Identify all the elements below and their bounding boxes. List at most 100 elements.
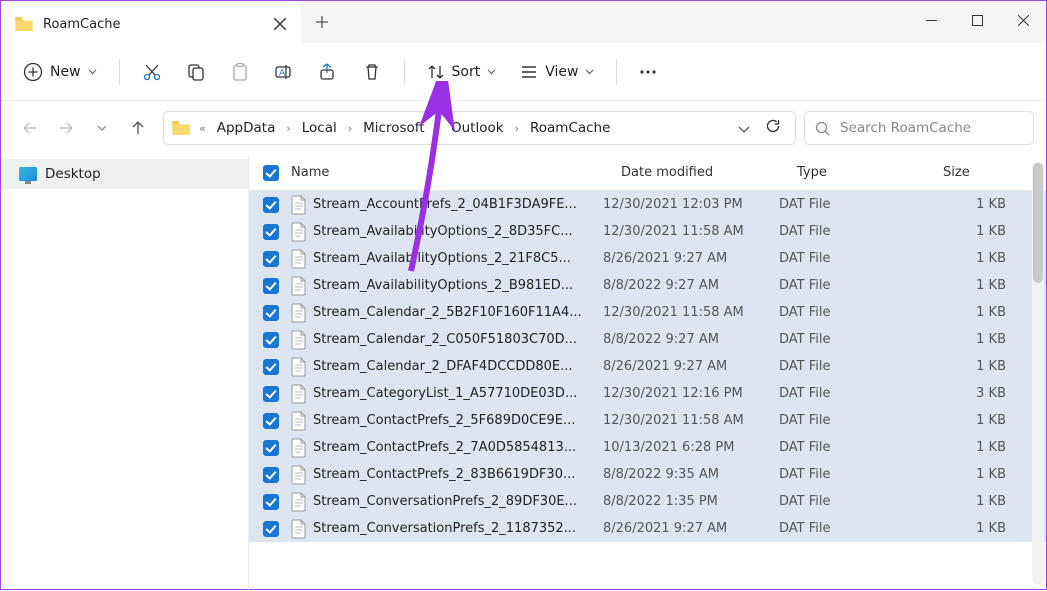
file-name: Stream_CategoryList_1_A57710DE03D... xyxy=(313,386,603,401)
file-icon xyxy=(291,357,307,377)
table-row[interactable]: Stream_ConversationPrefs_2_89DF30E...8/8… xyxy=(249,488,1046,515)
breadcrumb-item[interactable]: AppData xyxy=(215,117,278,139)
chevron-right-icon: › xyxy=(511,122,523,135)
file-type: DAT File xyxy=(779,359,925,374)
overflow-chevron[interactable]: « xyxy=(195,122,210,135)
column-type[interactable]: Type xyxy=(797,165,943,180)
table-row[interactable]: Stream_ContactPrefs_2_7A0D5854813...10/1… xyxy=(249,434,1046,461)
folder-icon xyxy=(15,17,33,31)
cut-button[interactable] xyxy=(132,56,172,88)
select-all-checkbox[interactable] xyxy=(263,165,279,181)
delete-button[interactable] xyxy=(352,56,392,88)
minimize-button[interactable] xyxy=(908,1,954,39)
breadcrumb-item[interactable]: RoamCache xyxy=(528,117,612,139)
file-date: 12/30/2021 11:58 AM xyxy=(603,305,779,320)
file-size: 1 KB xyxy=(925,521,1046,536)
row-checkbox[interactable] xyxy=(263,278,279,294)
breadcrumb-item[interactable]: Local xyxy=(300,117,339,139)
row-checkbox[interactable] xyxy=(263,305,279,321)
file-name: Stream_Calendar_2_C050F51803C70D... xyxy=(313,332,603,347)
file-date: 8/8/2022 9:35 AM xyxy=(603,467,779,482)
file-icon xyxy=(291,411,307,431)
tab-title: RoamCache xyxy=(43,17,263,32)
address-bar[interactable]: « AppData › Local › Microsoft › Outlook … xyxy=(163,111,796,145)
window-controls xyxy=(908,1,1046,39)
desktop-icon xyxy=(19,167,37,181)
tab-close-icon[interactable] xyxy=(273,17,287,31)
search-input[interactable] xyxy=(840,120,1023,136)
row-checkbox[interactable] xyxy=(263,413,279,429)
table-row[interactable]: Stream_Calendar_2_DFAF4DCCDD80E...8/26/2… xyxy=(249,353,1046,380)
more-button[interactable] xyxy=(629,63,667,81)
table-row[interactable]: Stream_CategoryList_1_A57710DE03D...12/3… xyxy=(249,380,1046,407)
column-date[interactable]: Date modified xyxy=(621,165,797,180)
file-icon xyxy=(291,195,307,215)
file-type: DAT File xyxy=(779,494,925,509)
breadcrumb-item[interactable]: Outlook xyxy=(449,117,506,139)
table-row[interactable]: Stream_AvailabilityOptions_2_B981ED...8/… xyxy=(249,272,1046,299)
column-size[interactable]: Size xyxy=(943,165,1046,180)
chevron-right-icon: › xyxy=(432,122,444,135)
table-row[interactable]: Stream_Calendar_2_C050F51803C70D...8/8/2… xyxy=(249,326,1046,353)
file-type: DAT File xyxy=(779,386,925,401)
forward-button[interactable] xyxy=(49,111,83,145)
active-tab[interactable]: RoamCache xyxy=(1,3,301,45)
table-row[interactable]: Stream_ConversationPrefs_2_1187352...8/2… xyxy=(249,515,1046,542)
toolbar: New A Sort View xyxy=(1,43,1046,101)
column-name[interactable]: Name xyxy=(291,165,621,180)
scrollbar-thumb[interactable] xyxy=(1033,163,1043,283)
maximize-button[interactable] xyxy=(954,1,1000,39)
row-checkbox[interactable] xyxy=(263,224,279,240)
file-name: Stream_AccountPrefs_2_04B1F3DA9FE... xyxy=(313,197,603,212)
file-date: 12/30/2021 11:58 AM xyxy=(603,413,779,428)
table-row[interactable]: Stream_AvailabilityOptions_2_21F8C5...8/… xyxy=(249,245,1046,272)
copy-button[interactable] xyxy=(176,56,216,88)
table-row[interactable]: Stream_ContactPrefs_2_5F689D0CE9E...12/3… xyxy=(249,407,1046,434)
refresh-button[interactable] xyxy=(759,114,787,142)
scrollbar[interactable] xyxy=(1032,161,1044,585)
share-button[interactable] xyxy=(308,56,348,88)
new-button[interactable]: New xyxy=(13,56,107,88)
breadcrumb-item[interactable]: Microsoft xyxy=(361,117,426,139)
row-checkbox[interactable] xyxy=(263,251,279,267)
file-type: DAT File xyxy=(779,521,925,536)
row-checkbox[interactable] xyxy=(263,386,279,402)
chevron-down-icon xyxy=(88,69,97,75)
recent-dropdown[interactable] xyxy=(85,111,119,145)
search-box[interactable] xyxy=(804,111,1034,145)
rename-button[interactable]: A xyxy=(264,56,304,88)
address-dropdown[interactable] xyxy=(734,115,754,142)
table-row[interactable]: Stream_Calendar_2_5B2F10F160F11A4...12/3… xyxy=(249,299,1046,326)
file-date: 8/8/2022 9:27 AM xyxy=(603,332,779,347)
chevron-down-icon xyxy=(97,125,107,131)
row-checkbox[interactable] xyxy=(263,467,279,483)
file-size: 1 KB xyxy=(925,494,1046,509)
arrow-up-icon xyxy=(130,120,146,136)
row-checkbox[interactable] xyxy=(263,494,279,510)
chevron-right-icon: › xyxy=(344,122,356,135)
plus-icon xyxy=(315,15,329,29)
file-type: DAT File xyxy=(779,224,925,239)
file-size: 1 KB xyxy=(925,413,1046,428)
table-row[interactable]: Stream_ContactPrefs_2_83B6619DF30...8/8/… xyxy=(249,461,1046,488)
row-checkbox[interactable] xyxy=(263,521,279,537)
row-checkbox[interactable] xyxy=(263,332,279,348)
file-size: 1 KB xyxy=(925,278,1046,293)
sort-button[interactable]: Sort xyxy=(417,57,507,87)
new-tab-button[interactable] xyxy=(301,1,343,43)
view-button[interactable]: View xyxy=(510,57,604,87)
paste-button[interactable] xyxy=(220,56,260,88)
folder-icon xyxy=(172,121,190,135)
file-size: 1 KB xyxy=(925,467,1046,482)
row-checkbox[interactable] xyxy=(263,359,279,375)
sidebar-item-desktop[interactable]: Desktop xyxy=(1,159,248,189)
table-row[interactable]: Stream_AvailabilityOptions_2_8D35FC...12… xyxy=(249,218,1046,245)
close-button[interactable] xyxy=(1000,1,1046,39)
back-button[interactable] xyxy=(13,111,47,145)
scissors-icon xyxy=(142,62,162,82)
table-row[interactable]: Stream_AccountPrefs_2_04B1F3DA9FE...12/3… xyxy=(249,191,1046,218)
row-checkbox[interactable] xyxy=(263,440,279,456)
row-checkbox[interactable] xyxy=(263,197,279,213)
up-button[interactable] xyxy=(121,111,155,145)
file-name: Stream_AvailabilityOptions_2_B981ED... xyxy=(313,278,603,293)
